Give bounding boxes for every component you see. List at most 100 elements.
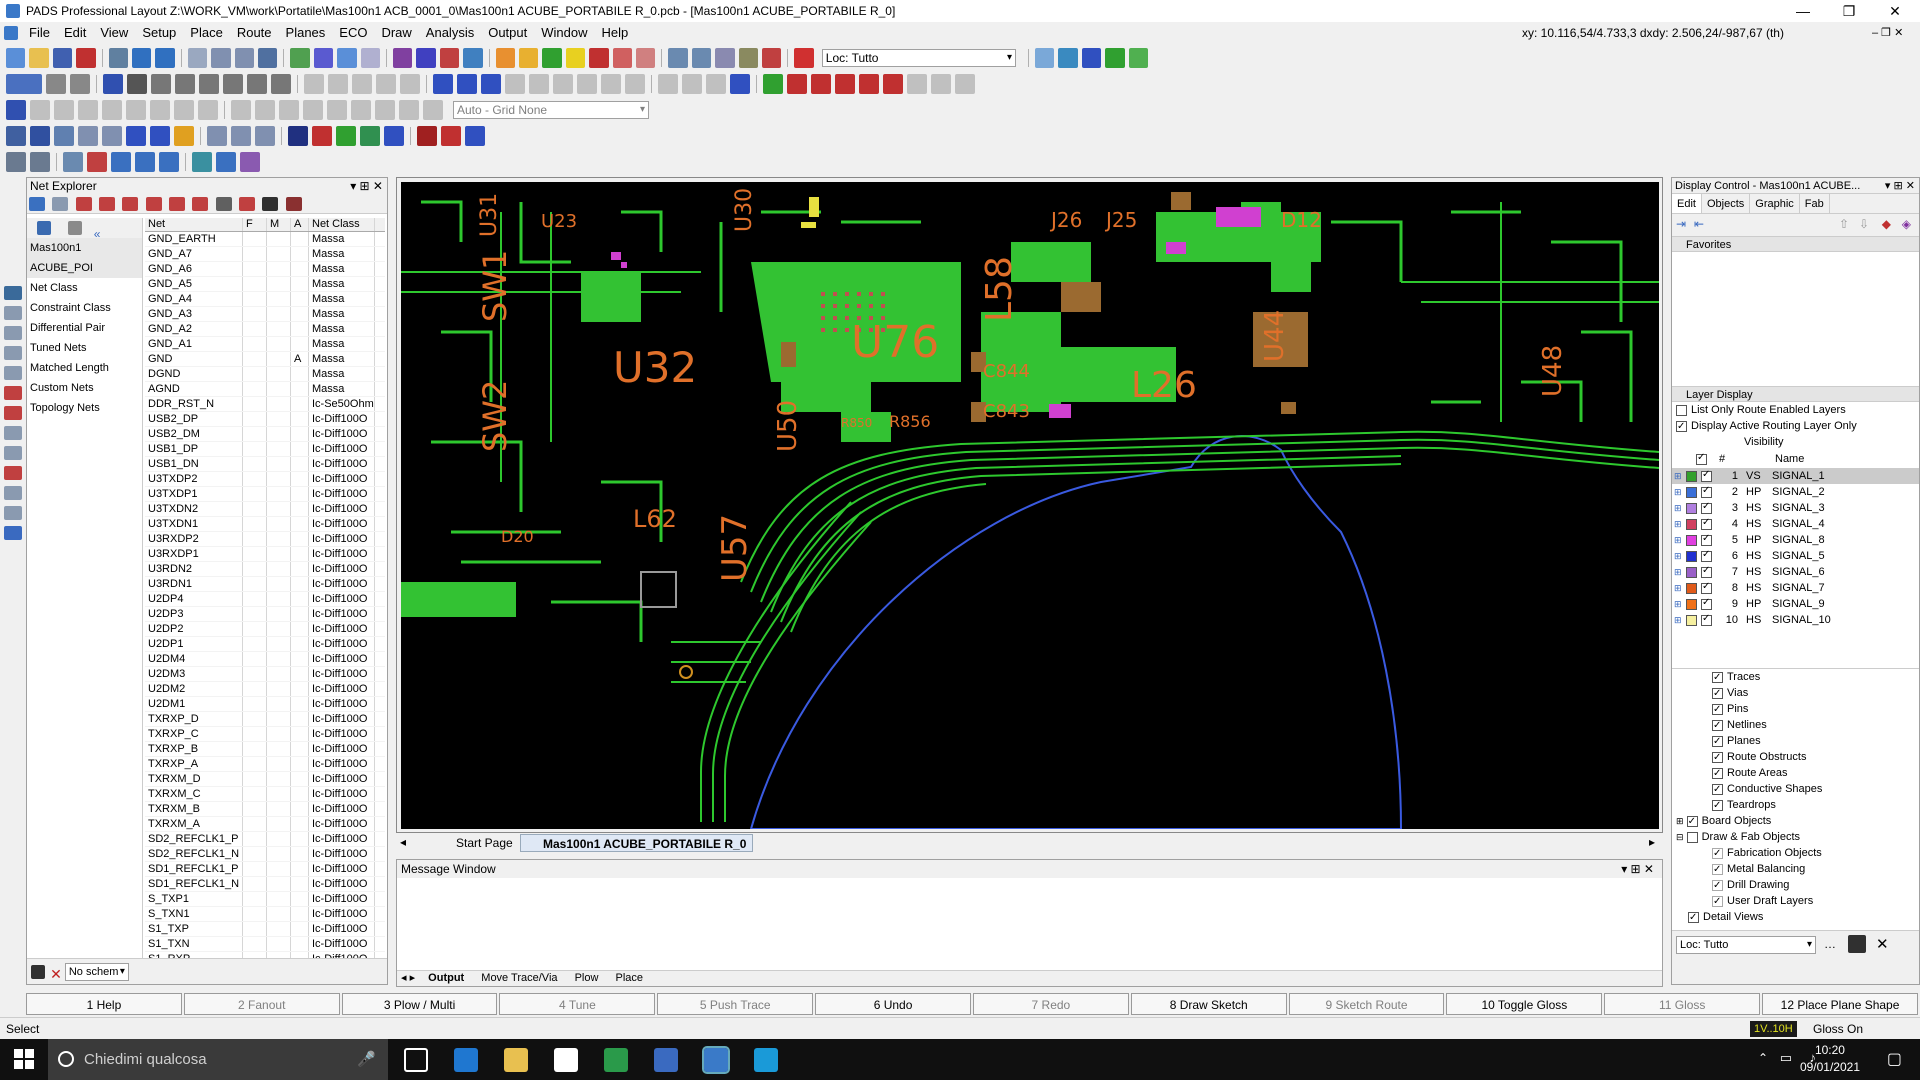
menu-window[interactable]: Window	[534, 22, 594, 44]
route-multi-icon[interactable]	[102, 100, 122, 120]
layer-color-swatch[interactable]	[1686, 518, 1697, 530]
group-icon[interactable]	[400, 74, 420, 94]
net-row[interactable]: TXRXM_B Ic-Diff100O	[145, 802, 385, 817]
layer-row[interactable]: ⊞ 7 HS SIGNAL_6	[1672, 564, 1919, 580]
nav-error-icon[interactable]	[4, 406, 22, 420]
task-view-icon[interactable]	[404, 1048, 428, 1072]
layer-visible-checkbox[interactable]	[1701, 501, 1712, 514]
select-net-icon[interactable]	[29, 197, 45, 211]
object-visibility-row[interactable]: Conductive Shapes	[1672, 781, 1919, 798]
net-row[interactable]: GND_A1 Massa	[145, 337, 385, 352]
nav-target-icon[interactable]	[4, 466, 22, 480]
layer-row[interactable]: ⊞ 1 VS SIGNAL_1	[1672, 468, 1919, 484]
highlight-icon[interactable]	[52, 197, 69, 211]
net-row[interactable]: U2DP3 Ic-Diff100O	[145, 607, 385, 622]
net-row[interactable]: DGND Massa	[145, 367, 385, 382]
gerber-icon[interactable]	[63, 152, 83, 172]
route-opt2-icon[interactable]	[255, 100, 275, 120]
net-row[interactable]: U2DM3 Ic-Diff100O	[145, 667, 385, 682]
via-icon[interactable]	[416, 48, 436, 68]
function-key-7[interactable]: 7 Redo	[972, 993, 1129, 1015]
analysis-icon[interactable]	[360, 48, 380, 68]
zoom-preview-icon[interactable]	[30, 152, 50, 172]
color-icon[interactable]	[239, 197, 256, 211]
object-visibility-row[interactable]: Planes	[1672, 733, 1919, 750]
diff-pair-icon[interactable]	[481, 74, 501, 94]
layer-row[interactable]: ⊞ 8 HS SIGNAL_7	[1672, 580, 1919, 596]
net-row[interactable]: GND_A5 Massa	[145, 277, 385, 292]
loc-combo[interactable]: Loc: Tutto	[821, 49, 1016, 67]
color-scheme-icon[interactable]: ◆	[1882, 217, 1891, 231]
menu-analysis[interactable]: Analysis	[419, 22, 481, 44]
place-check-icon[interactable]	[360, 126, 380, 146]
net-row[interactable]: SD2_REFCLK1_P Ic-Diff100O	[145, 832, 385, 847]
function-key-9[interactable]: 9 Sketch Route	[1288, 993, 1445, 1015]
net-row[interactable]: U3RXDP2 Ic-Diff100O	[145, 532, 385, 547]
expand-layer-icon[interactable]: ⊞	[1674, 471, 1686, 482]
print-icon[interactable]	[691, 48, 712, 68]
col-a[interactable]: A	[291, 218, 309, 231]
place-icon[interactable]	[187, 48, 208, 68]
msg-tab-move-trace[interactable]: Move Trace/Via	[481, 972, 557, 984]
nav-layer-icon[interactable]	[4, 326, 22, 340]
nav-grid-icon[interactable]	[4, 506, 22, 520]
layer-row[interactable]: ⊞ 5 HP SIGNAL_8	[1672, 532, 1919, 548]
collapse-icon[interactable]: «	[94, 227, 101, 241]
collapse-all-icon[interactable]: ⇤	[1694, 217, 1704, 231]
net-row[interactable]: USB1_DN Ic-Diff100O	[145, 457, 385, 472]
drc-clear-icon[interactable]	[787, 74, 807, 94]
layer-row[interactable]: ⊞ 4 HS SIGNAL_4	[1672, 516, 1919, 532]
expand-layer-icon[interactable]: ⊞	[1674, 599, 1686, 610]
layer-visible-checkbox[interactable]	[1701, 581, 1712, 594]
object-visibility-row[interactable]: Traces	[1672, 669, 1919, 686]
filter-clear-icon[interactable]	[99, 197, 116, 211]
expand-layer-icon[interactable]: ⊞	[1674, 535, 1686, 546]
stack-icon[interactable]	[955, 74, 975, 94]
net-row[interactable]: USB2_DP Ic-Diff100O	[145, 412, 385, 427]
expand-layer-icon[interactable]: ⊞	[1674, 503, 1686, 514]
tab-start-page[interactable]: Start Page	[434, 834, 519, 852]
tree-item-matched-length[interactable]: Matched Length	[27, 358, 142, 378]
save-icon[interactable]	[52, 48, 73, 68]
layer-color-swatch[interactable]	[1686, 534, 1697, 546]
menu-eco[interactable]: ECO	[332, 22, 374, 44]
place-flip-icon[interactable]	[231, 126, 251, 146]
function-key-8[interactable]: 8 Draw Sketch	[1130, 993, 1287, 1015]
dc-more-icon[interactable]: …	[1824, 937, 1836, 951]
function-key-1[interactable]: 1 Help	[26, 993, 182, 1015]
net-row[interactable]: GND_A4 Massa	[145, 292, 385, 307]
net-row[interactable]: U3RDN2 Ic-Diff100O	[145, 562, 385, 577]
rpt-icon[interactable]	[636, 48, 656, 68]
nav-part-icon[interactable]	[4, 306, 22, 320]
layer-visible-checkbox[interactable]	[1701, 533, 1712, 546]
arc-icon[interactable]	[151, 74, 171, 94]
search-box[interactable]: Chiedimi qualcosa 🎤	[48, 1039, 388, 1080]
menu-file[interactable]: File	[22, 22, 57, 44]
swap-icon[interactable]	[258, 48, 278, 68]
route-plow-icon[interactable]	[78, 100, 98, 120]
shape-icon[interactable]	[271, 74, 291, 94]
place-pencil-icon[interactable]	[174, 126, 194, 146]
route-opt1-icon[interactable]	[231, 100, 251, 120]
drc-run-icon[interactable]	[589, 48, 609, 68]
filter-class-icon[interactable]	[122, 197, 139, 211]
expand-layer-icon[interactable]: ⊞	[1674, 551, 1686, 562]
opt-active-layer[interactable]: Display Active Routing Layer Only	[1672, 418, 1919, 435]
function-key-4[interactable]: 4 Tune	[499, 993, 656, 1015]
filter-y-icon[interactable]	[169, 197, 186, 211]
object-visibility-row[interactable]: Vias	[1672, 685, 1919, 702]
net-row[interactable]: U2DP1 Ic-Diff100O	[145, 637, 385, 652]
col-m[interactable]: M	[267, 218, 291, 231]
expand-layer-icon[interactable]: ⊞	[1674, 487, 1686, 498]
expand-layer-icon[interactable]: ⊞	[1674, 567, 1686, 578]
message-window-controls[interactable]: ▾ ⊞ ✕	[1621, 860, 1654, 878]
skype-icon[interactable]	[754, 1048, 778, 1072]
tag-icon[interactable]	[285, 197, 302, 211]
net-row[interactable]: S_TXP1 Ic-Diff100O	[145, 892, 385, 907]
place-align-icon[interactable]	[102, 126, 122, 146]
net-row[interactable]: TXRXP_C Ic-Diff100O	[145, 727, 385, 742]
new-icon[interactable]	[6, 48, 26, 68]
layer-row[interactable]: ⊞ 2 HP SIGNAL_2	[1672, 484, 1919, 500]
net-row[interactable]: U3TXDN1 Ic-Diff100O	[145, 517, 385, 532]
dc-tab-graphic[interactable]: Graphic	[1750, 194, 1800, 213]
